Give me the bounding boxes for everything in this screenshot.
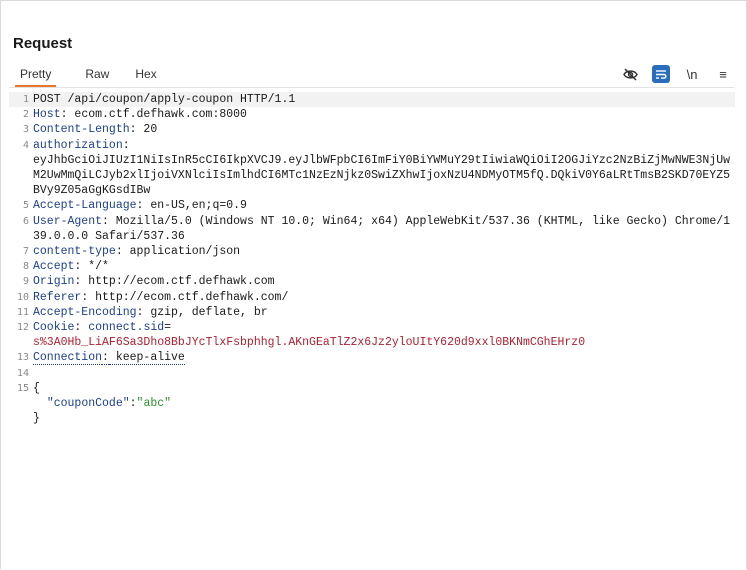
header-value: http://ecom.ctf.defhawk.com/ [88, 290, 289, 304]
header-name: Cookie [33, 321, 75, 335]
header-name: User-Agent [33, 214, 103, 228]
panel-title: Request [13, 35, 73, 52]
line-number: 1 [22, 94, 29, 105]
line-number: 6 [22, 215, 29, 227]
header-name: authorization [33, 138, 123, 152]
editor-toolbar: \n ≡ [621, 63, 732, 85]
code-line-9: 9 Origin: http://ecom.ctf.defhawk.com [9, 274, 735, 289]
header-name: Content-Length [33, 123, 130, 137]
code-line-5: 5 Accept-Language: en-US,en;q=0.9 [9, 198, 735, 213]
code-line-7: 7 content-type: application/json [9, 244, 735, 259]
line-number: 13 [16, 352, 29, 364]
header-value: gzip, deflate, br [143, 305, 268, 319]
header-value: */* [81, 260, 109, 274]
header-name: Referer [33, 290, 82, 304]
header-value: eyJhbGciOiJIUzI1NiIsInR5cCI6IkpXVCJ9.eyJ… [33, 153, 731, 198]
code-line-2: 2 Host: ecom.ctf.defhawk.com:8000 [9, 107, 735, 122]
line-number: 7 [22, 246, 29, 258]
line-number: 5 [22, 200, 29, 212]
json-close-brace: } [33, 412, 40, 426]
line-number: 11 [16, 306, 29, 318]
header-name: Connection [33, 351, 103, 366]
header-name: Accept-Encoding [33, 305, 137, 319]
code-line-14: 14 [9, 366, 735, 381]
header-value: ecom.ctf.defhawk.com:8000 [67, 108, 247, 122]
line-number: 14 [16, 367, 29, 379]
code-line-13: 13 Connection: keep-alive [9, 350, 735, 366]
request-panel: Request Pretty Raw Hex \n ≡ 1 POST /api/ [0, 0, 747, 569]
line-number: 15 [16, 382, 29, 394]
json-value: "abc" [136, 397, 172, 411]
view-tabs: Pretty Raw Hex [9, 63, 168, 87]
header-name: content-type [33, 245, 116, 259]
hide-eye-icon[interactable] [621, 65, 639, 83]
cookie-value: s%3A0Hb_LiAF6Sa3Dho8BbJYcTlxFsbphhgl.AKn… [33, 336, 586, 350]
line-number: 3 [22, 124, 29, 136]
code-line-json-body: "couponCode":"abc" [46, 397, 172, 411]
line-number: 9 [22, 276, 29, 288]
code-line-1: 1 POST /api/coupon/apply-coupon HTTP/1.1 [9, 92, 735, 108]
cookie-name: connect.sid [81, 321, 165, 335]
request-line: POST /api/coupon/apply-coupon HTTP/1.1 [33, 93, 296, 106]
line-number: 4 [22, 139, 29, 151]
code-line-15: 15 { [9, 381, 735, 396]
menu-icon[interactable]: ≡ [714, 65, 732, 83]
line-number: 12 [16, 322, 29, 334]
tabs-divider [9, 87, 734, 88]
header-value: en-US,en;q=0.9 [143, 199, 247, 213]
code-line-6: 6 User-Agent: Mozilla/5.0 (Windows NT 10… [9, 214, 735, 244]
code-line-8: 8 Accept: */* [9, 259, 735, 274]
header-name: Accept [33, 260, 75, 274]
header-value: Mozilla/5.0 (Windows NT 10.0; Win64; x64… [33, 214, 731, 243]
line-number: 2 [22, 109, 29, 121]
tab-raw[interactable]: Raw [74, 63, 120, 87]
request-editor[interactable]: 1 POST /api/coupon/apply-coupon HTTP/1.1… [9, 92, 735, 426]
header-value: keep-alive [108, 351, 185, 366]
code-line-10: 10 Referer: http://ecom.ctf.defhawk.com/ [9, 290, 735, 305]
header-name: Origin [33, 275, 75, 289]
json-key: "couponCode" [46, 397, 130, 411]
tab-hex[interactable]: Hex [124, 63, 167, 87]
header-value: 20 [136, 123, 158, 137]
line-number: 8 [22, 261, 29, 273]
header-value: http://ecom.ctf.defhawk.com [81, 275, 275, 289]
word-wrap-icon[interactable] [652, 65, 670, 83]
code-line-11: 11 Accept-Encoding: gzip, deflate, br [9, 305, 735, 320]
code-line-3: 3 Content-Length: 20 [9, 122, 735, 137]
json-open-brace: { [33, 381, 40, 395]
code-line-4: 4 authorization: eyJhbGciOiJIUzI1NiIsInR… [9, 138, 735, 199]
line-number: 10 [16, 291, 29, 303]
code-line-json-close: } [9, 411, 735, 426]
header-value: application/json [122, 245, 241, 259]
header-name: Host [33, 108, 61, 122]
header-name: Accept-Language [33, 199, 137, 213]
tab-pretty[interactable]: Pretty [9, 63, 62, 87]
newline-toggle-icon[interactable]: \n [683, 65, 701, 83]
code-line-12: 12 Cookie: connect.sid= s%3A0Hb_LiAF6Sa3… [9, 320, 735, 350]
